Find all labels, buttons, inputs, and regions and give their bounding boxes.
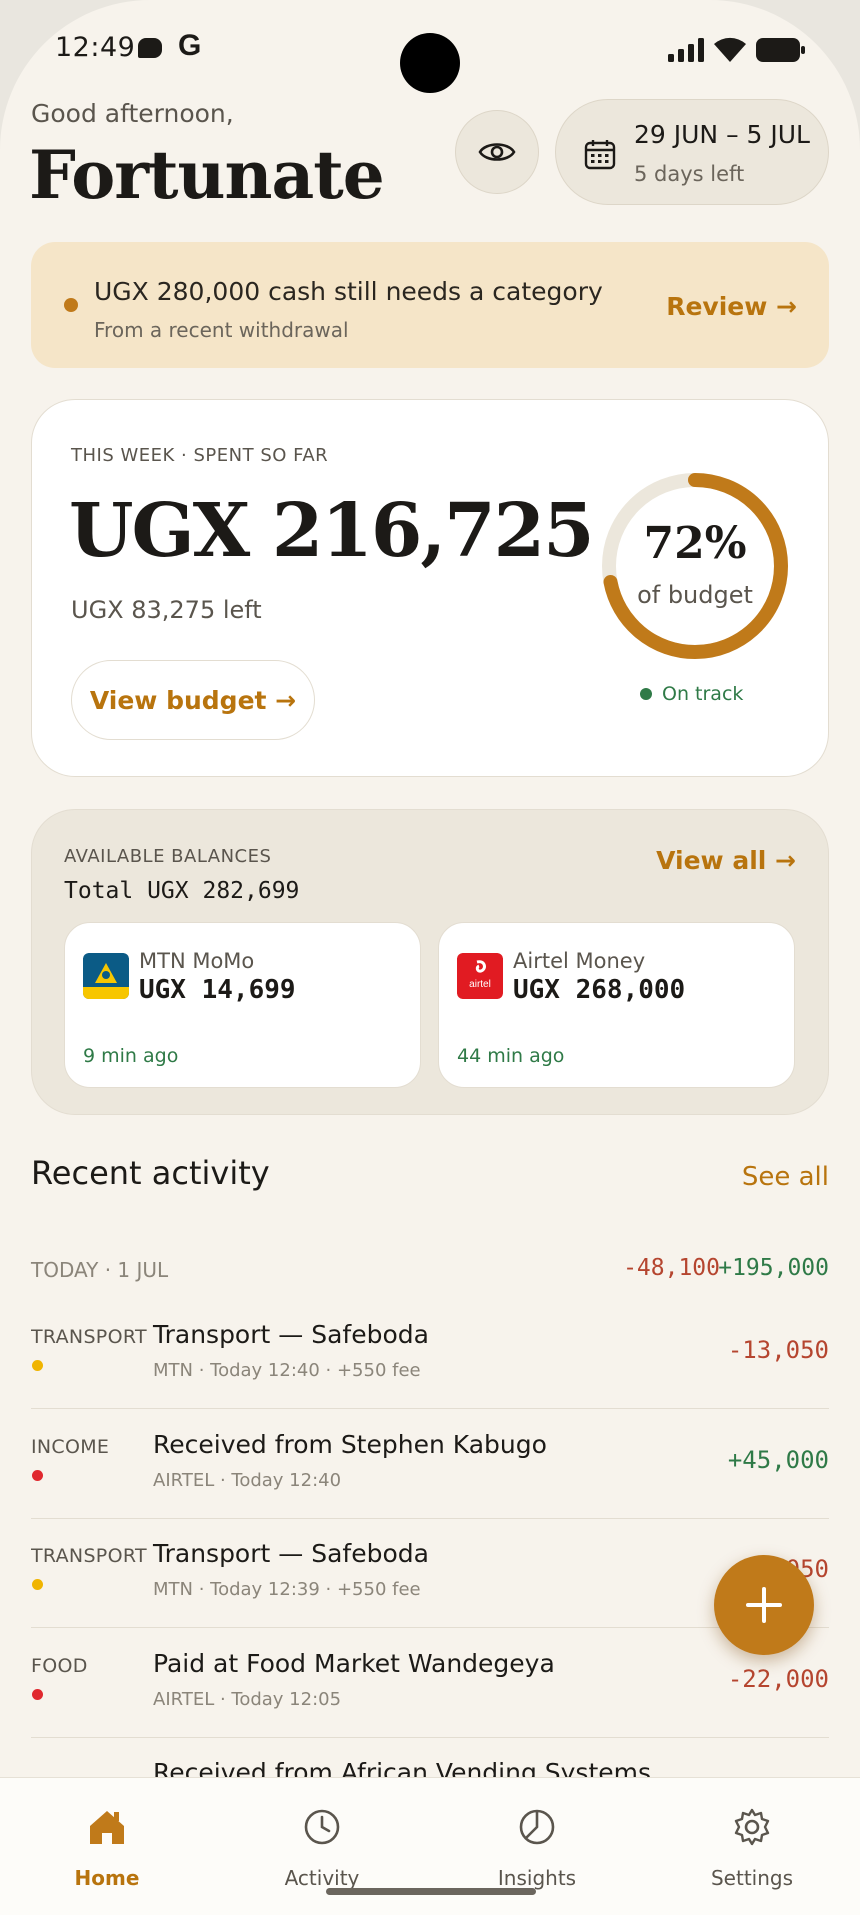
camera-cutout xyxy=(400,33,460,93)
transaction-meta: AIRTEL · Today 12:05 xyxy=(153,1689,342,1710)
transaction-title: Paid at Food Market Wandegeya xyxy=(153,1649,555,1678)
toggle-visibility-button[interactable] xyxy=(455,110,539,194)
user-name: Fortunate xyxy=(29,136,385,214)
transaction-row[interactable]: FOOD Paid at Food Market Wandegeya AIRTE… xyxy=(31,1629,829,1738)
budget-percent-caption: of budget xyxy=(637,581,753,609)
google-icon: G xyxy=(178,29,202,62)
available-balances-card: AVAILABLE BALANCES Total UGX 282,699 Vie… xyxy=(31,809,829,1115)
see-all-activity-link[interactable]: See all xyxy=(742,1162,829,1192)
category-dot xyxy=(32,1689,43,1700)
airtel-money-logo: airtel xyxy=(457,953,503,999)
wallet-name: Airtel Money xyxy=(513,949,646,973)
status-time: 12:49 xyxy=(55,32,136,63)
transaction-row[interactable]: INCOME Received from Stephen Kabugo AIRT… xyxy=(31,1410,829,1519)
review-link[interactable]: Review → xyxy=(666,292,797,321)
budget-status-label: On track xyxy=(662,683,744,705)
status-dot xyxy=(640,688,652,700)
nav-label: Settings xyxy=(710,1866,794,1890)
transaction-title: Received from Stephen Kabugo xyxy=(153,1430,547,1459)
home-icon xyxy=(90,1811,124,1844)
wallet-updated: 9 min ago xyxy=(83,1045,179,1067)
wallet-updated: 44 min ago xyxy=(457,1045,565,1067)
home-indicator xyxy=(326,1888,536,1895)
nav-home[interactable]: Home xyxy=(32,1806,182,1890)
wifi-icon xyxy=(714,37,746,62)
uncategorized-cash-banner[interactable]: UGX 280,000 cash still needs a category … xyxy=(31,242,829,368)
eye-icon xyxy=(478,143,516,161)
budget-percent: 72% xyxy=(643,518,747,569)
transaction-category: TRANSPORT xyxy=(31,1545,147,1567)
nav-label: Home xyxy=(74,1866,140,1890)
transaction-category: FOOD xyxy=(31,1655,88,1677)
mtn-momo-logo xyxy=(83,953,129,999)
airtel-logo-text: airtel xyxy=(469,979,491,990)
transaction-row[interactable]: TRANSPORT Transport — Safeboda MTN · Tod… xyxy=(31,1300,829,1409)
wallet-name: MTN MoMo xyxy=(139,949,255,973)
transaction-category: INCOME xyxy=(31,1436,110,1458)
greeting-text: Good afternoon, xyxy=(31,99,234,128)
view-all-balances-link[interactable]: View all → xyxy=(656,846,796,875)
spent-eyebrow: THIS WEEK · SPENT SO FAR xyxy=(71,445,329,466)
date-range-selector[interactable]: 29 JUN – 5 JUL 5 days left xyxy=(555,99,829,205)
transaction-amount: +45,000 xyxy=(727,1446,829,1474)
wallet-card-airtel[interactable]: airtel Airtel Money UGX 268,000 44 min a… xyxy=(438,922,795,1088)
calendar-icon xyxy=(584,140,616,170)
weekly-spend-card: THIS WEEK · SPENT SO FAR UGX 216,725 UGX… xyxy=(31,399,829,777)
add-transaction-button[interactable] xyxy=(714,1555,814,1655)
transaction-meta: MTN · Today 12:40 · +550 fee xyxy=(153,1360,421,1381)
signal-icon xyxy=(668,38,704,62)
transaction-meta: AIRTEL · Today 12:40 xyxy=(153,1470,342,1491)
clock-icon xyxy=(304,1809,340,1845)
alert-dot xyxy=(64,298,78,312)
transaction-amount: -13,050 xyxy=(727,1336,829,1364)
banner-subtitle: From a recent withdrawal xyxy=(94,318,349,342)
wallet-amount: UGX 268,000 xyxy=(513,975,686,1005)
category-dot xyxy=(32,1470,43,1481)
spent-amount: UGX 216,725 xyxy=(69,488,595,574)
transaction-meta: MTN · Today 12:39 · +550 fee xyxy=(153,1579,421,1600)
category-dot xyxy=(32,1360,43,1371)
phone-screen: 12:49 G Good afternoon, Fortunate 29 JUN… xyxy=(0,0,860,1915)
budget-left: UGX 83,275 left xyxy=(71,596,262,624)
wallet-amount: UGX 14,699 xyxy=(139,975,296,1005)
message-icon xyxy=(138,38,162,58)
category-dot xyxy=(32,1579,43,1590)
view-budget-button[interactable]: View budget → xyxy=(71,660,315,740)
transaction-row[interactable]: TRANSPORT Transport — Safeboda MTN · Tod… xyxy=(31,1519,829,1628)
transaction-category: TRANSPORT xyxy=(31,1326,147,1348)
nav-activity[interactable]: Activity xyxy=(247,1806,397,1890)
nav-label: Insights xyxy=(497,1866,577,1890)
gear-icon xyxy=(734,1808,770,1846)
transaction-title: Transport — Safeboda xyxy=(153,1320,429,1349)
balances-eyebrow: AVAILABLE BALANCES xyxy=(64,846,272,867)
nav-label: Activity xyxy=(284,1866,360,1890)
days-left-text: 5 days left xyxy=(634,162,745,186)
wallet-card-mtn[interactable]: MTN MoMo UGX 14,699 9 min ago xyxy=(64,922,421,1088)
pie-chart-icon xyxy=(519,1809,555,1845)
nav-settings[interactable]: Settings xyxy=(677,1806,827,1890)
battery-icon xyxy=(756,38,805,62)
date-range-text: 29 JUN – 5 JUL xyxy=(634,120,810,149)
transaction-title: Transport — Safeboda xyxy=(153,1539,429,1568)
nav-insights[interactable]: Insights xyxy=(462,1806,612,1890)
day-total-in: +195,000 xyxy=(718,1255,829,1281)
transaction-amount: -22,000 xyxy=(727,1665,829,1693)
budget-status: On track xyxy=(640,683,743,705)
banner-title: UGX 280,000 cash still needs a category xyxy=(94,277,603,306)
day-group-label: TODAY · 1 JUL xyxy=(31,1258,169,1282)
plus-icon xyxy=(746,1587,782,1623)
recent-activity-title: Recent activity xyxy=(31,1154,270,1192)
balances-total: Total UGX 282,699 xyxy=(64,878,300,904)
day-total-out: -48,100 xyxy=(623,1255,720,1281)
